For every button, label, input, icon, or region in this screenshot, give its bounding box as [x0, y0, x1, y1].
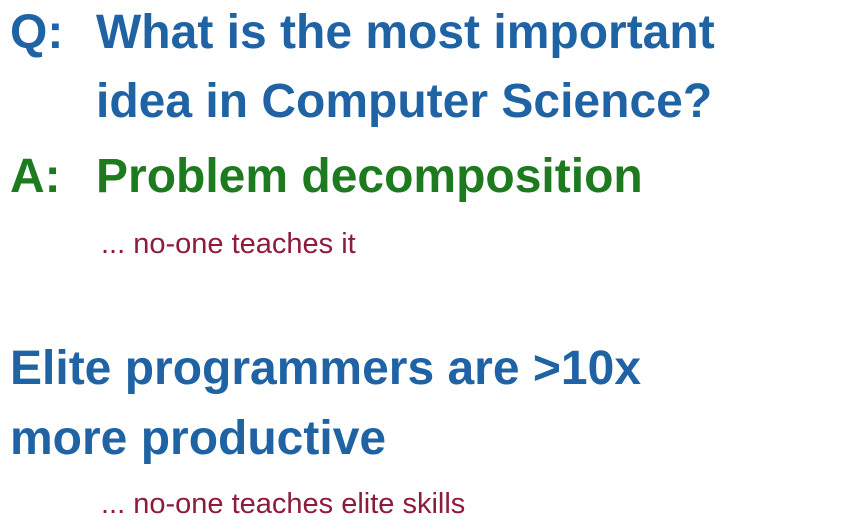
question-label: Q: — [10, 6, 64, 59]
answer-text: Problem decomposition — [96, 150, 643, 203]
slide: Q: What is the most important idea in Co… — [0, 0, 864, 524]
answer-label: A: — [10, 150, 61, 203]
elite-statement-line-2: more productive — [10, 412, 387, 465]
answer-note: ... no-one teaches it — [101, 228, 356, 260]
elite-note: ... no-one teaches elite skills — [101, 488, 466, 520]
question-line-1: What is the most important — [96, 6, 715, 59]
elite-statement-line-1: Elite programmers are >10x — [10, 342, 642, 395]
question-line-2: idea in Computer Science? — [96, 75, 713, 128]
